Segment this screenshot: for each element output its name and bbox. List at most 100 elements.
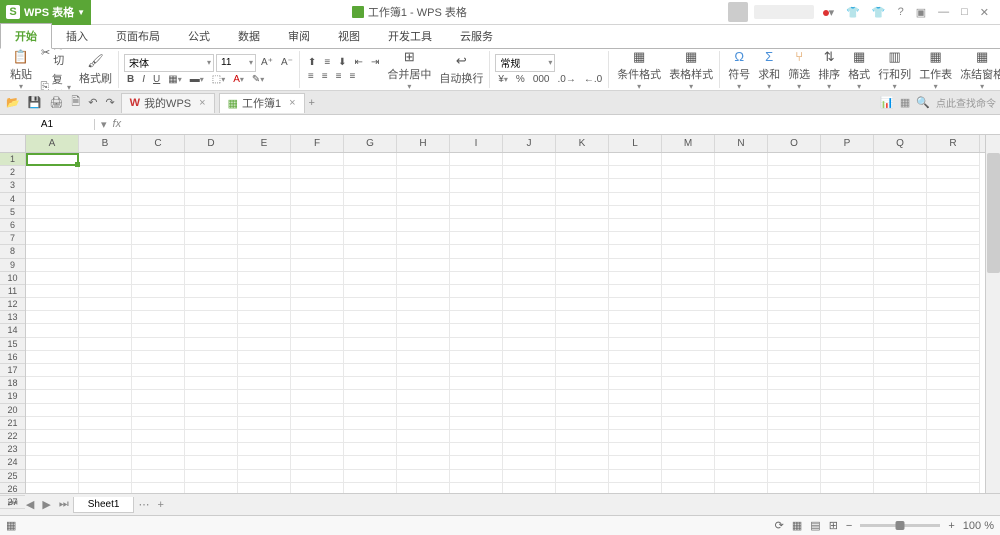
cell[interactable]: [450, 153, 503, 166]
symbol-button[interactable]: Ω符号: [725, 49, 753, 91]
cell[interactable]: [503, 324, 556, 337]
cell[interactable]: [344, 311, 397, 324]
cell[interactable]: [927, 206, 980, 219]
col-header[interactable]: D: [185, 135, 238, 152]
cell[interactable]: [344, 259, 397, 272]
cell[interactable]: [26, 245, 79, 258]
cell[interactable]: [185, 311, 238, 324]
cell[interactable]: [185, 166, 238, 179]
cell[interactable]: [503, 456, 556, 469]
cell[interactable]: [344, 338, 397, 351]
cell[interactable]: [821, 417, 874, 430]
row-header[interactable]: 23: [0, 443, 25, 456]
cell[interactable]: [503, 430, 556, 443]
cell[interactable]: [715, 377, 768, 390]
cell[interactable]: [874, 417, 927, 430]
cell[interactable]: [927, 351, 980, 364]
cell[interactable]: [874, 404, 927, 417]
cell[interactable]: [662, 351, 715, 364]
indent-dec-icon[interactable]: ⇤: [352, 56, 366, 69]
cell[interactable]: [26, 311, 79, 324]
cell[interactable]: [185, 153, 238, 166]
cell[interactable]: [291, 193, 344, 206]
currency-icon[interactable]: ¥: [495, 73, 511, 86]
cell[interactable]: [609, 364, 662, 377]
number-format-combo[interactable]: 常规: [495, 54, 555, 72]
cell[interactable]: [79, 298, 132, 311]
col-header[interactable]: C: [132, 135, 185, 152]
shirt-icon[interactable]: 👕: [869, 4, 889, 21]
cell[interactable]: [450, 272, 503, 285]
cell[interactable]: [715, 324, 768, 337]
cell[interactable]: [609, 285, 662, 298]
cell[interactable]: [132, 193, 185, 206]
cell[interactable]: [503, 245, 556, 258]
cell[interactable]: [503, 232, 556, 245]
cell[interactable]: [185, 259, 238, 272]
cell[interactable]: [874, 351, 927, 364]
cell[interactable]: [132, 298, 185, 311]
cell[interactable]: [609, 298, 662, 311]
cell[interactable]: [132, 470, 185, 483]
cell[interactable]: [397, 166, 450, 179]
cell[interactable]: [715, 390, 768, 403]
cell[interactable]: [291, 259, 344, 272]
cell[interactable]: [185, 390, 238, 403]
zoom-slider[interactable]: [860, 524, 940, 527]
cell[interactable]: [821, 153, 874, 166]
cell[interactable]: [503, 404, 556, 417]
cell[interactable]: [238, 338, 291, 351]
cell[interactable]: [662, 206, 715, 219]
cell[interactable]: [927, 377, 980, 390]
merge-button[interactable]: ⊞合并居中: [384, 49, 434, 91]
align-justify-icon[interactable]: ≡: [346, 70, 358, 83]
cell[interactable]: [662, 193, 715, 206]
cell[interactable]: [715, 456, 768, 469]
cell[interactable]: [768, 206, 821, 219]
close-tab-icon[interactable]: ×: [199, 97, 205, 109]
cell[interactable]: [397, 179, 450, 192]
cell[interactable]: [556, 193, 609, 206]
cell[interactable]: [79, 483, 132, 493]
cell[interactable]: [768, 443, 821, 456]
cell[interactable]: [26, 417, 79, 430]
cell[interactable]: [556, 311, 609, 324]
cell[interactable]: [503, 483, 556, 493]
refresh-icon[interactable]: ⟳: [775, 519, 784, 532]
cell[interactable]: [874, 377, 927, 390]
cell[interactable]: [238, 417, 291, 430]
cell[interactable]: [344, 470, 397, 483]
cell[interactable]: [821, 219, 874, 232]
cell[interactable]: [503, 311, 556, 324]
cell[interactable]: [927, 193, 980, 206]
cell[interactable]: [927, 364, 980, 377]
cell[interactable]: [609, 232, 662, 245]
row-header[interactable]: 18: [0, 377, 25, 390]
cell[interactable]: [768, 193, 821, 206]
cell[interactable]: [397, 456, 450, 469]
view-page-icon[interactable]: ▤: [810, 519, 820, 532]
cell[interactable]: [291, 219, 344, 232]
cell[interactable]: [291, 404, 344, 417]
percent-icon[interactable]: %: [513, 73, 528, 86]
zoom-in-icon[interactable]: +: [948, 520, 954, 532]
cell[interactable]: [132, 324, 185, 337]
cell[interactable]: [821, 298, 874, 311]
tab-workbook[interactable]: ▦工作簿1×: [219, 93, 305, 113]
fill-color-button[interactable]: ▬: [187, 73, 207, 86]
cell[interactable]: [715, 259, 768, 272]
cell[interactable]: [238, 364, 291, 377]
cell[interactable]: [556, 351, 609, 364]
cell[interactable]: [344, 456, 397, 469]
cell[interactable]: [715, 443, 768, 456]
cell[interactable]: [79, 404, 132, 417]
cond-format-button[interactable]: ▦条件格式: [614, 49, 664, 91]
row-header[interactable]: 25: [0, 470, 25, 483]
cell[interactable]: [397, 470, 450, 483]
cell[interactable]: [79, 259, 132, 272]
cell[interactable]: [609, 193, 662, 206]
cell[interactable]: [291, 298, 344, 311]
vertical-scrollbar[interactable]: [985, 135, 1000, 493]
cell[interactable]: [344, 483, 397, 493]
cell[interactable]: [662, 311, 715, 324]
